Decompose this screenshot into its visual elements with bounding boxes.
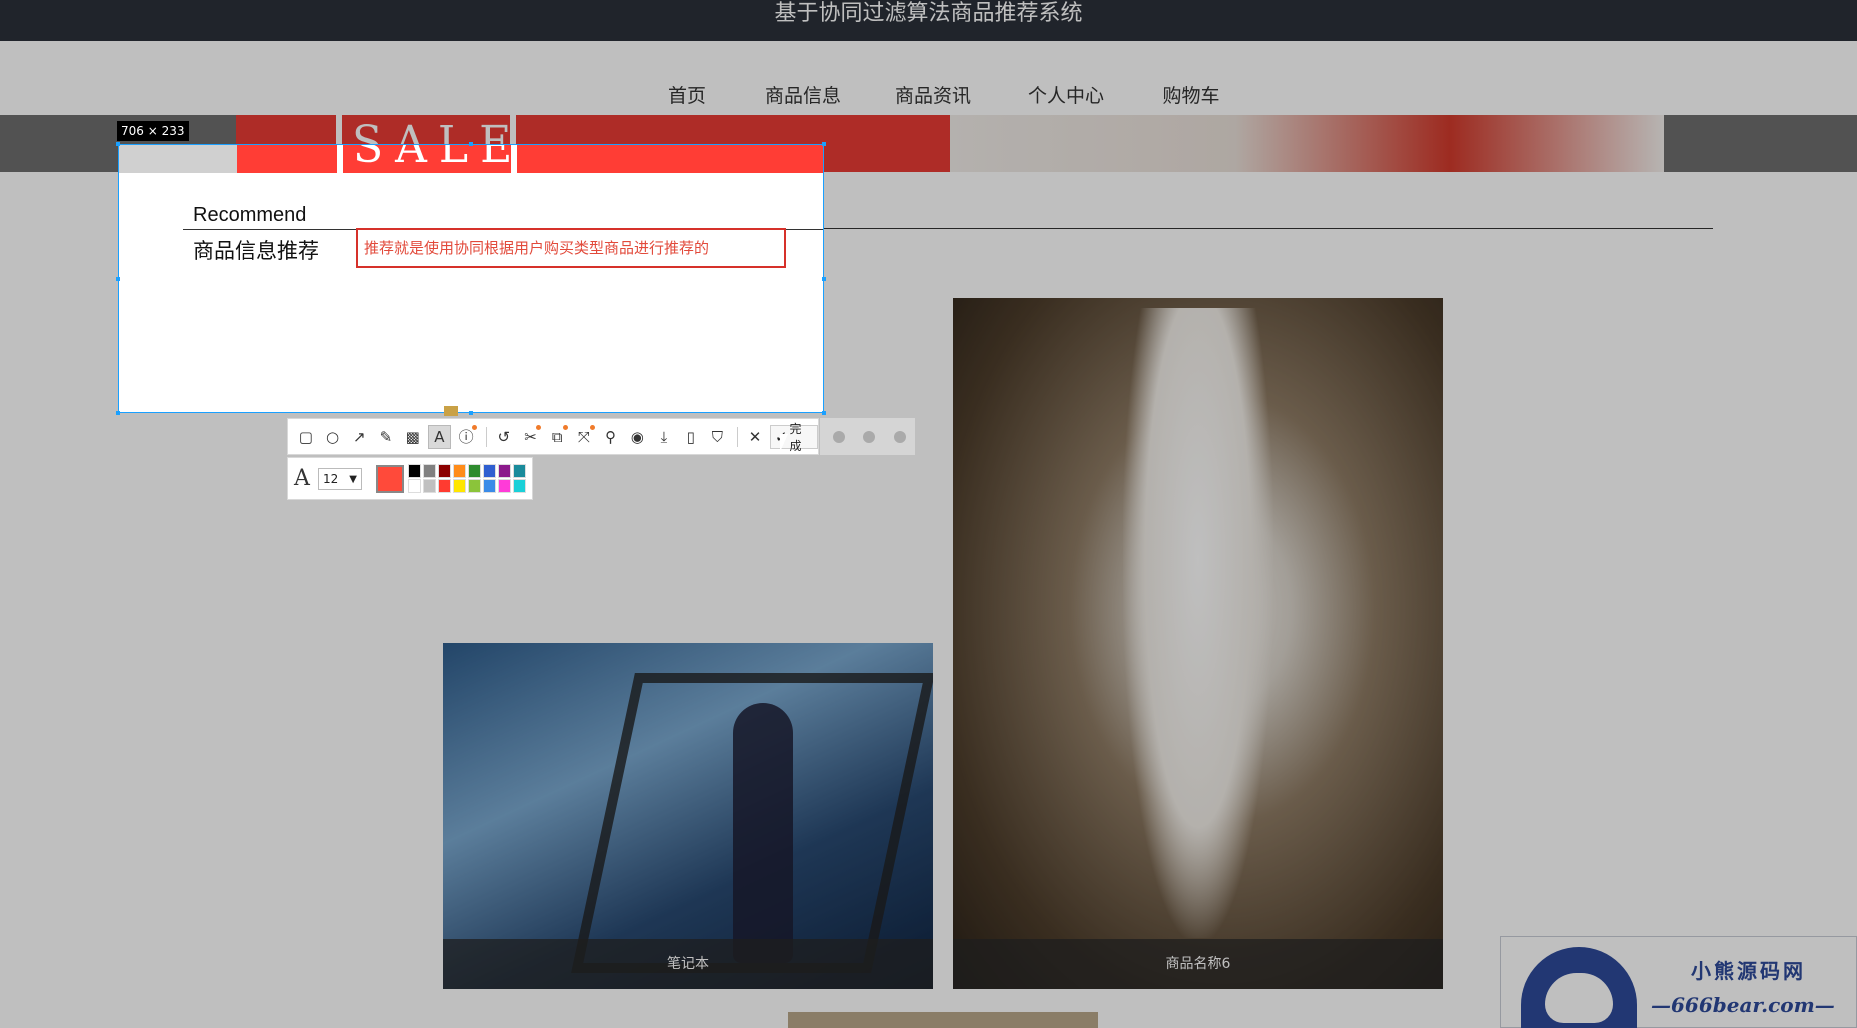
close-icon[interactable]: ✕ bbox=[743, 425, 767, 449]
ocr-icon[interactable]: ⧉ bbox=[545, 424, 569, 449]
scroll-capture-icon[interactable]: ⤧ bbox=[572, 424, 596, 449]
font-size-select[interactable]: 12 ▼ bbox=[318, 468, 362, 490]
color-swatch[interactable] bbox=[453, 479, 466, 493]
resize-handle-e[interactable] bbox=[822, 277, 826, 281]
color-swatch[interactable] bbox=[468, 464, 481, 478]
phone-icon[interactable]: ▯ bbox=[679, 425, 703, 449]
color-swatch[interactable] bbox=[483, 464, 496, 478]
color-swatch[interactable] bbox=[513, 479, 526, 493]
carousel-dot[interactable] bbox=[893, 430, 906, 443]
color-palette bbox=[408, 464, 527, 493]
banner-photo bbox=[950, 115, 1664, 172]
arrow-icon[interactable]: ↗ bbox=[347, 425, 371, 449]
resize-handle-nw[interactable] bbox=[116, 142, 120, 146]
color-swatch[interactable] bbox=[423, 464, 436, 478]
toolbar-separator bbox=[485, 426, 487, 447]
text-style-bar: A 12 ▼ bbox=[287, 457, 533, 500]
nav-item-label: 商品资讯 bbox=[894, 85, 971, 107]
watermark-logo: 小熊源码网 —666bear.com— bbox=[1500, 936, 1857, 1028]
selection-size-label: 706 × 233 bbox=[117, 121, 189, 141]
selection-banner-red bbox=[237, 145, 823, 173]
watermark-url: —666bear.com— bbox=[1651, 993, 1835, 1017]
nav-item-label: 商品信息 bbox=[764, 85, 841, 107]
resize-handle-ne[interactable] bbox=[822, 142, 826, 146]
pin-icon[interactable]: ⚲ bbox=[599, 425, 623, 449]
recommend-heading-en: Recommend bbox=[193, 204, 307, 226]
done-button[interactable]: ✓ 完成 bbox=[769, 422, 819, 453]
color-swatch[interactable] bbox=[513, 464, 526, 478]
current-color-swatch[interactable] bbox=[376, 465, 404, 493]
selection-sale-text: SALE bbox=[337, 145, 517, 173]
badge-dot bbox=[471, 424, 477, 430]
color-swatch[interactable] bbox=[483, 479, 496, 493]
font-size-icon: A bbox=[294, 466, 310, 491]
mouse-cursor-icon bbox=[780, 434, 788, 452]
screenshot-selection[interactable]: SALE Recommend 商品信息推荐 推荐就是使用协同根据用户购买类型商品… bbox=[118, 144, 824, 413]
undo-icon[interactable]: ↺ bbox=[492, 425, 516, 449]
text-icon[interactable]: A bbox=[427, 424, 452, 449]
toolbar-anchor bbox=[444, 406, 458, 416]
figure-image bbox=[733, 703, 793, 963]
color-swatch[interactable] bbox=[438, 464, 451, 478]
resize-handle-n[interactable] bbox=[469, 142, 473, 146]
color-swatch[interactable] bbox=[468, 479, 481, 493]
color-swatch[interactable] bbox=[498, 464, 511, 478]
rectangle-icon[interactable]: ▢ bbox=[294, 425, 318, 449]
nav-item-label: 首页 bbox=[667, 85, 706, 107]
color-swatch[interactable] bbox=[423, 479, 436, 493]
carousel-dot[interactable] bbox=[863, 430, 876, 443]
done-label: 完成 bbox=[789, 421, 802, 453]
resize-handle-w[interactable] bbox=[116, 277, 120, 281]
badge-dot bbox=[589, 424, 595, 430]
color-swatch[interactable] bbox=[408, 464, 421, 478]
resize-handle-sw[interactable] bbox=[116, 411, 120, 415]
carousel-dot[interactable] bbox=[833, 430, 846, 443]
resize-handle-s[interactable] bbox=[469, 411, 473, 415]
resize-handle-se[interactable] bbox=[822, 411, 826, 415]
product-card-dress[interactable]: 商品名称6 bbox=[953, 298, 1443, 989]
color-swatch[interactable] bbox=[498, 479, 511, 493]
bookmark-icon[interactable]: ⛉ bbox=[706, 425, 730, 449]
download-icon[interactable]: ⤓ bbox=[652, 425, 676, 449]
product-caption: 笔记本 bbox=[443, 939, 933, 989]
carousel-dots bbox=[820, 418, 915, 455]
product-card-laptop[interactable]: 笔记本 bbox=[443, 643, 933, 989]
pencil-icon[interactable]: ✎ bbox=[374, 425, 398, 449]
badge-dot bbox=[536, 424, 542, 430]
main-nav: 首页 商品信息 商品资讯 个人中心 购物车 bbox=[0, 41, 1857, 125]
toolbar-separator bbox=[737, 426, 739, 447]
ellipse-icon[interactable]: ○ bbox=[321, 425, 345, 449]
number-icon[interactable]: ⓘ bbox=[454, 424, 478, 449]
product-caption: 商品名称6 bbox=[953, 939, 1443, 989]
font-size-value: 12 bbox=[323, 472, 339, 486]
color-swatch[interactable] bbox=[408, 479, 421, 493]
bear-logo-icon bbox=[1521, 947, 1637, 1028]
bear-face bbox=[1545, 973, 1613, 1023]
dress-image bbox=[1123, 308, 1273, 938]
color-swatch[interactable] bbox=[438, 479, 451, 493]
watermark-brand: 小熊源码网 bbox=[1691, 959, 1806, 983]
annotation-toolbar: ▢ ○ ↗ ✎ ▩ A ⓘ ↺ ✂ ⧉ ⤧ ⚲ ◉ ⤓ ▯ ⛉ ✕ ✓ 完成 bbox=[287, 418, 819, 455]
cut-icon[interactable]: ✂ bbox=[519, 424, 543, 449]
record-icon[interactable]: ◉ bbox=[625, 425, 649, 449]
chevron-down-icon: ▼ bbox=[349, 474, 357, 485]
badge-dot bbox=[563, 424, 569, 430]
site-title: 基于协同过滤算法商品推荐系统 bbox=[774, 1, 1083, 26]
next-product-image[interactable] bbox=[788, 1012, 1098, 1028]
color-swatch[interactable] bbox=[453, 464, 466, 478]
top-bar: 基于协同过滤算法商品推荐系统 bbox=[0, 0, 1857, 41]
mosaic-icon[interactable]: ▩ bbox=[401, 425, 425, 449]
recommend-heading-cn: 商品信息推荐 bbox=[193, 239, 319, 263]
nav-item-label: 个人中心 bbox=[1027, 85, 1104, 107]
annotation-text-box[interactable]: 推荐就是使用协同根据用户购买类型商品进行推荐的 bbox=[356, 228, 786, 268]
nav-item-label: 购物车 bbox=[1162, 85, 1220, 107]
